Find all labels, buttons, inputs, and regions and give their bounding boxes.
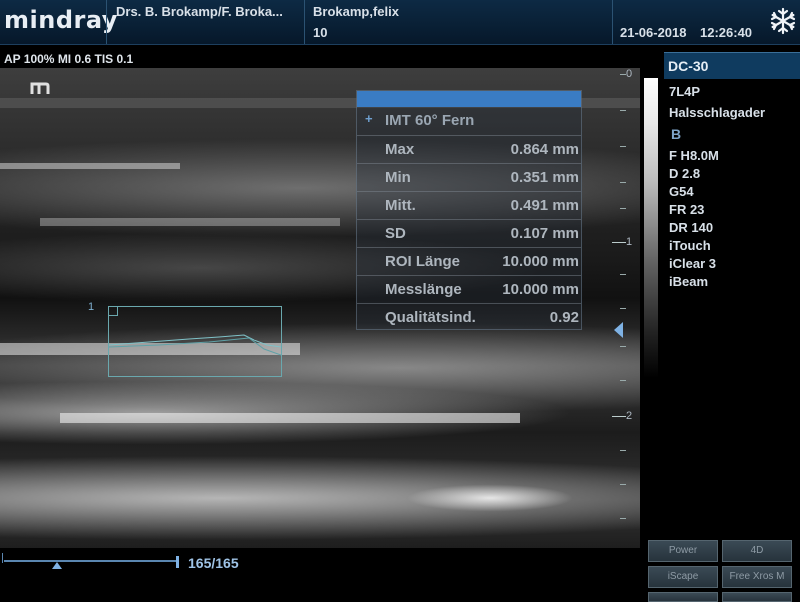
header-divider [106, 0, 107, 44]
scale-tick [620, 484, 626, 485]
cine-end-cap [176, 556, 179, 568]
probe-label: DC-30 [668, 58, 709, 74]
cine-position-marker-icon[interactable] [52, 562, 62, 569]
result-value: 0.107 mm [510, 225, 579, 242]
patient-id: 10 [313, 25, 328, 40]
setting-item: G54 [669, 184, 694, 199]
setting-item: iBeam [669, 274, 709, 289]
exam-label: Halsschlagader [669, 105, 766, 120]
patient-name: Brokamp,felix [313, 4, 399, 19]
extra-button[interactable] [648, 592, 718, 602]
extra-button[interactable] [722, 592, 792, 602]
measurement-title-label: IMT 60° Fern [385, 112, 475, 129]
result-value: 10.000 mm [502, 281, 579, 298]
scale-tick [620, 274, 626, 275]
header-divider [612, 0, 613, 44]
tissue-layer [0, 163, 180, 169]
institution-name: Drs. B. Brokamp/F. Broka... [116, 4, 283, 19]
scale-major-tick [612, 416, 626, 417]
grayscale-bar [644, 78, 658, 378]
result-value: 10.000 mm [502, 253, 579, 270]
roi-number: 1 [88, 301, 95, 313]
cine-slider[interactable] [4, 560, 178, 562]
exam-date: 21-06-2018 [620, 25, 687, 40]
measurement-title: + IMT 60° Fern [357, 107, 581, 135]
result-value: 0.864 mm [510, 141, 579, 158]
scale-tick [620, 346, 626, 347]
depth-label: 1 [626, 236, 633, 248]
scale-major-tick [612, 242, 626, 243]
4d-button[interactable]: 4D [722, 540, 792, 562]
result-row-min: Min 0.351 mm [357, 163, 581, 192]
side-panel [662, 48, 800, 600]
result-label: ROI Länge [385, 253, 461, 270]
result-label: Messlänge [385, 281, 462, 298]
result-row-measure-length: Messlänge 10.000 mm [357, 275, 581, 304]
depth-label: 0 [626, 68, 633, 80]
brand-logo: mindray [4, 6, 118, 34]
result-label: Min [385, 169, 411, 186]
scale-tick [620, 146, 626, 147]
measurement-results-panel[interactable]: + IMT 60° Fern Max 0.864 mm Min 0.351 mm… [356, 90, 582, 330]
iscape-button[interactable]: iScape [648, 566, 718, 588]
focus-marker-icon[interactable] [614, 322, 623, 338]
setting-item: FR 23 [669, 202, 705, 217]
scale-tick [620, 308, 626, 309]
transducer-label: 7L4P [669, 84, 701, 99]
vessel-wall [60, 413, 520, 423]
result-row-mean: Mitt. 0.491 mm [357, 191, 581, 220]
scale-tick [620, 110, 626, 111]
result-label: Mitt. [385, 197, 416, 214]
result-row-sd: SD 0.107 mm [357, 219, 581, 248]
roi-box[interactable] [108, 306, 282, 377]
roi-corner-marker [108, 306, 118, 316]
scale-tick [620, 182, 626, 183]
scale-tick [620, 450, 626, 451]
result-value: 0.92 [549, 309, 579, 326]
cine-frame-count: 165/165 [188, 555, 239, 571]
plus-icon: + [365, 111, 373, 126]
setting-item: F H8.0M [669, 148, 719, 163]
scale-tick [620, 518, 626, 519]
free-xros-m-button[interactable]: Free Xros M [722, 566, 792, 588]
scale-tick [620, 380, 626, 381]
setting-item: DR 140 [669, 220, 714, 235]
top-header: mindray Drs. B. Brokamp/F. Broka... Brok… [0, 0, 800, 45]
setting-item: D 2.8 [669, 166, 701, 181]
m-logo-icon [30, 80, 50, 96]
setting-item: iClear 3 [669, 256, 716, 271]
power-button[interactable]: Power [648, 540, 718, 562]
cine-start-cap [2, 553, 3, 563]
setting-item: iTouch [669, 238, 711, 253]
result-label: SD [385, 225, 406, 242]
probe-title[interactable]: DC-30 [664, 52, 800, 79]
result-label: Qualitätsind. [385, 309, 476, 326]
results-title-bar [357, 91, 581, 107]
tissue-layer [40, 218, 340, 226]
result-label: Max [385, 141, 415, 158]
result-row-max: Max 0.864 mm [357, 135, 581, 164]
result-value: 0.491 mm [510, 197, 579, 214]
depth-scale [612, 68, 640, 548]
exam-time: 12:26:40 [700, 25, 753, 40]
result-value: 0.351 mm [510, 169, 579, 186]
header-divider [304, 0, 305, 44]
result-row-roi-length: ROI Länge 10.000 mm [357, 247, 581, 276]
result-row-quality: Qualitätsind. 0.92 [357, 303, 581, 332]
acoustic-params: AP 100% MI 0.6 TIS 0.1 [4, 52, 134, 66]
depth-label: 2 [626, 410, 633, 422]
scale-tick [620, 208, 626, 209]
mode-label: B [671, 126, 682, 142]
snowflake-icon[interactable] [768, 4, 798, 38]
